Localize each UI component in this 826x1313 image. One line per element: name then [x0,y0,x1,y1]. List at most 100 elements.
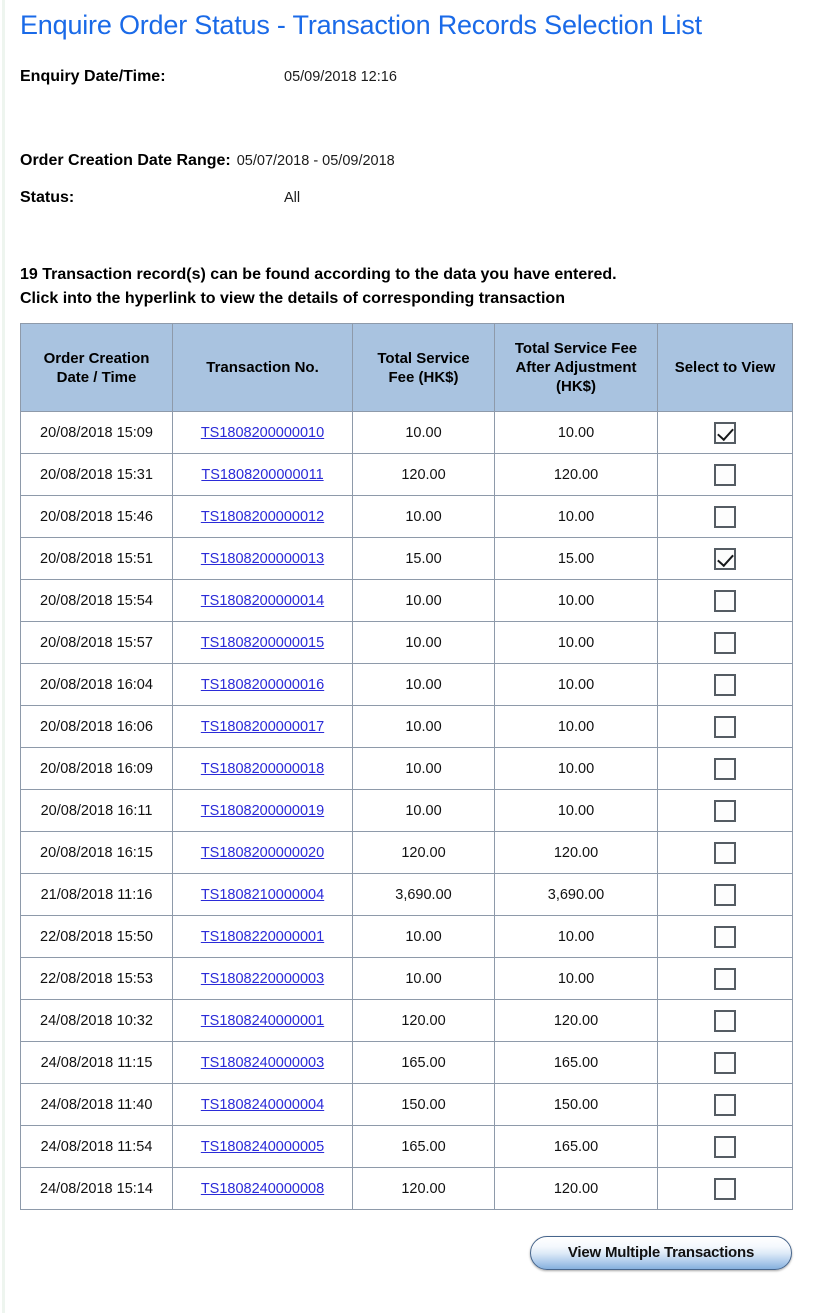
transaction-no-link[interactable]: TS1808200000012 [201,509,324,525]
select-to-view-checkbox[interactable] [714,673,736,696]
select-to-view-checkbox[interactable] [714,799,736,822]
transaction-no-link[interactable]: TS1808200000011 [201,467,323,483]
cell-order-creation-datetime: 20/08/2018 15:46 [20,495,173,538]
transaction-no-link[interactable]: TS1808200000015 [201,635,324,651]
table-row: 24/08/2018 15:14 TS1808240000008 120.00 120… [20,1167,793,1210]
cell-transaction-no: TS1808200000020 [172,831,353,874]
order-creation-date-range-label: Order Creation Date Range: [20,152,231,169]
cell-select-to-view [657,789,793,832]
cell-transaction-no: TS1808200000019 [172,789,353,832]
cell-total-service-fee-after-adjustment: 10.00 [494,915,658,958]
table-row: 20/08/2018 15:09 TS1808200000010 10.00 10.0… [20,411,793,454]
table-header-row: Order Creation Date / Time Transaction N… [20,323,793,412]
result-summary-note: 19 Transaction record(s) can be found ac… [20,263,808,311]
cell-transaction-no: TS1808240000001 [172,999,353,1042]
select-to-view-checkbox[interactable] [714,925,736,948]
transaction-no-link[interactable]: TS1808200000014 [201,593,324,609]
transaction-no-link[interactable]: TS1808200000019 [201,803,324,819]
table-row: 22/08/2018 15:50 TS1808220000001 10.00 10.0… [20,915,793,958]
transaction-no-link[interactable]: TS1808200000013 [201,551,324,567]
transaction-no-link[interactable]: TS1808200000016 [201,677,324,693]
cell-select-to-view [657,873,793,916]
table-row: 21/08/2018 11:16 TS1808210000004 3,690.00 3… [20,873,793,916]
cell-transaction-no: TS1808200000012 [172,495,353,538]
transaction-records-table: Order Creation Date / Time Transaction N… [20,323,793,1210]
cell-select-to-view [657,1125,793,1168]
transaction-no-link[interactable]: TS1808240000004 [201,1097,324,1113]
transaction-no-link[interactable]: TS1808240000001 [201,1013,324,1029]
cell-select-to-view [657,1083,793,1126]
transaction-no-link[interactable]: TS1808240000008 [201,1181,324,1197]
cell-transaction-no: TS1808240000004 [172,1083,353,1126]
cell-transaction-no: TS1808200000013 [172,537,353,580]
cell-total-service-fee-after-adjustment: 120.00 [494,999,658,1042]
select-to-view-checkbox[interactable] [714,547,736,570]
select-to-view-checkbox[interactable] [714,589,736,612]
cell-total-service-fee-after-adjustment: 120.00 [494,1167,658,1210]
table-row: 20/08/2018 16:06 TS1808200000017 10.00 10.0… [20,705,793,748]
cell-total-service-fee: 165.00 [352,1125,495,1168]
select-to-view-checkbox[interactable] [714,1135,736,1158]
cell-transaction-no: TS1808220000003 [172,957,353,1000]
column-header-line: Total Service [377,349,470,367]
transaction-no-link[interactable]: TS1808240000005 [201,1139,324,1155]
cell-total-service-fee-after-adjustment: 10.00 [494,789,658,832]
cell-total-service-fee: 120.00 [352,453,495,496]
transaction-no-link[interactable]: TS1808240000003 [201,1055,324,1071]
cell-order-creation-datetime: 20/08/2018 15:31 [20,453,173,496]
cell-transaction-no: TS1808200000016 [172,663,353,706]
transaction-no-link[interactable]: TS1808200000020 [201,845,324,861]
select-to-view-checkbox[interactable] [714,1093,736,1116]
cell-total-service-fee-after-adjustment: 10.00 [494,579,658,622]
select-to-view-checkbox[interactable] [714,463,736,486]
cell-total-service-fee-after-adjustment: 10.00 [494,621,658,664]
cell-total-service-fee: 10.00 [352,411,495,454]
cell-total-service-fee-after-adjustment: 10.00 [494,747,658,790]
transaction-no-link[interactable]: TS1808200000018 [201,761,324,777]
cell-transaction-no: TS1808210000004 [172,873,353,916]
cell-total-service-fee: 10.00 [352,915,495,958]
cell-order-creation-datetime: 20/08/2018 16:06 [20,705,173,748]
cell-transaction-no: TS1808200000017 [172,705,353,748]
cell-total-service-fee: 10.00 [352,789,495,832]
table-row: 24/08/2018 10:32 TS1808240000001 120.00 120… [20,999,793,1042]
transaction-no-link[interactable]: TS1808200000017 [201,719,324,735]
table-row: 24/08/2018 11:15 TS1808240000003 165.00 165… [20,1041,793,1084]
select-to-view-checkbox[interactable] [714,505,736,528]
select-to-view-checkbox[interactable] [714,967,736,990]
cell-total-service-fee: 120.00 [352,1167,495,1210]
cell-total-service-fee: 10.00 [352,663,495,706]
transaction-no-link[interactable]: TS1808220000001 [201,929,324,945]
cell-total-service-fee-after-adjustment: 120.00 [494,831,658,874]
cell-total-service-fee: 15.00 [352,537,495,580]
cell-order-creation-datetime: 24/08/2018 11:40 [20,1083,173,1126]
table-row: 20/08/2018 16:15 TS1808200000020 120.00 120… [20,831,793,874]
select-to-view-checkbox[interactable] [714,1009,736,1032]
cell-transaction-no: TS1808200000015 [172,621,353,664]
select-to-view-checkbox[interactable] [714,421,736,444]
column-header-line: Fee (HK$) [388,368,459,386]
transaction-no-link[interactable]: TS1808200000010 [201,425,324,441]
select-to-view-checkbox[interactable] [714,631,736,654]
transaction-no-link[interactable]: TS1808220000003 [201,971,324,987]
select-to-view-checkbox[interactable] [714,1177,736,1200]
cell-transaction-no: TS1808200000014 [172,579,353,622]
transaction-no-link[interactable]: TS1808210000004 [201,887,324,903]
table-row: 20/08/2018 15:54 TS1808200000014 10.00 10.0… [20,579,793,622]
cell-total-service-fee-after-adjustment: 10.00 [494,705,658,748]
result-summary-line-1: 19 Transaction record(s) can be found ac… [20,266,617,283]
table-header: Order Creation Date / Time Transaction N… [20,323,793,412]
cell-order-creation-datetime: 20/08/2018 16:09 [20,747,173,790]
select-to-view-checkbox[interactable] [714,757,736,780]
table-row: 20/08/2018 16:11 TS1808200000019 10.00 10.0… [20,789,793,832]
select-to-view-checkbox[interactable] [714,883,736,906]
table-row: 20/08/2018 15:46 TS1808200000012 10.00 10.0… [20,495,793,538]
select-to-view-checkbox[interactable] [714,841,736,864]
table-row: 20/08/2018 16:09 TS1808200000018 10.00 10.0… [20,747,793,790]
select-to-view-checkbox[interactable] [714,715,736,738]
column-header-line: Transaction No. [206,359,319,376]
select-to-view-checkbox[interactable] [714,1051,736,1074]
column-header-line: Select to View [674,359,776,376]
view-multiple-transactions-button[interactable]: View Multiple Transactions [530,1236,792,1270]
result-summary-line-2: Click into the hyperlink to view the det… [20,290,565,307]
